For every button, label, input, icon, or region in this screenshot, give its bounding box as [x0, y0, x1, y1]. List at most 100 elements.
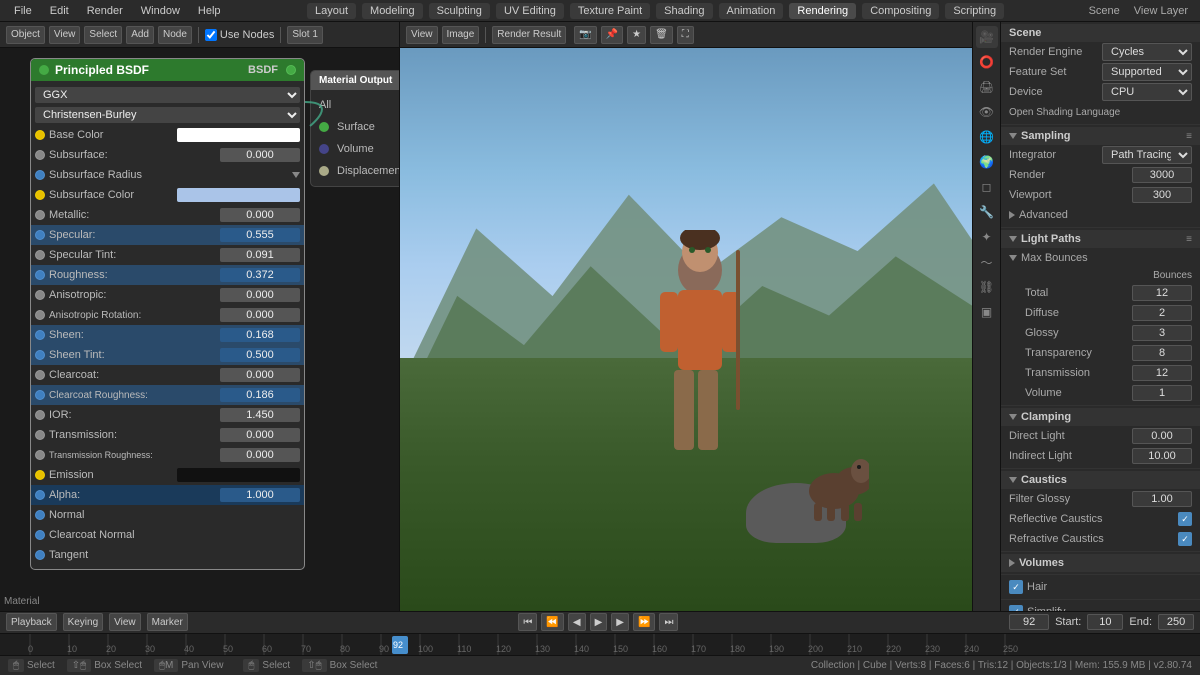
mat-out-displacement[interactable]: Displacement [311, 160, 399, 182]
bsdf-roughness-row[interactable]: Roughness: [31, 265, 304, 285]
base-color-swatch[interactable] [177, 128, 301, 142]
alpha-input[interactable] [220, 488, 300, 502]
bsdf-trans-rough-row[interactable]: Transmission Roughness: [31, 445, 304, 465]
start-frame-input[interactable] [1087, 614, 1123, 630]
aniso-rot-input[interactable] [220, 308, 300, 322]
reflective-caustics-checkbox[interactable]: ✓ [1178, 512, 1192, 526]
play-btn[interactable]: ▶ [590, 613, 608, 631]
bsdf-cc-normal-row[interactable]: Clearcoat Normal [31, 525, 304, 545]
trans-rough-input[interactable] [220, 448, 300, 462]
refractive-caustics-checkbox[interactable]: ✓ [1178, 532, 1192, 546]
bsdf-ggx-row[interactable]: GGX Multiscatter GGX [31, 85, 304, 105]
ws-animation[interactable]: Animation [719, 3, 784, 19]
volume-input[interactable] [1132, 385, 1192, 401]
lightpaths-settings-icon[interactable]: ≡ [1186, 234, 1192, 245]
bsdf-aniso-rot-row[interactable]: Anisotropic Rotation: [31, 305, 304, 325]
props-caustics-header[interactable]: Caustics [1001, 471, 1200, 489]
view-btn-timeline[interactable]: View [109, 613, 141, 631]
timeline-ruler[interactable]: 0 10 20 30 40 50 60 70 80 90 92 100 1 [0, 634, 1200, 655]
sheen-input[interactable] [220, 328, 300, 342]
bsdf-metallic-row[interactable]: Metallic: [31, 205, 304, 225]
sheen-tint-input[interactable] [220, 348, 300, 362]
principled-bsdf-node[interactable]: Principled BSDF BSDF GGX Multiscatter GG… [30, 58, 305, 570]
menu-edit[interactable]: Edit [42, 3, 77, 19]
props-lightpaths-header[interactable]: Light Paths ≡ [1001, 230, 1200, 248]
props-sampling-header[interactable]: Sampling ≡ [1001, 127, 1200, 145]
ior-input[interactable] [220, 408, 300, 422]
anisotropic-input[interactable] [220, 288, 300, 302]
ws-sculpting[interactable]: Sculpting [429, 3, 490, 19]
bsdf-ss-method-row[interactable]: Christensen-Burley Random Walk [31, 105, 304, 125]
ws-uv[interactable]: UV Editing [496, 3, 564, 19]
roughness-input[interactable] [220, 268, 300, 282]
keying-btn[interactable]: Keying [63, 613, 104, 631]
side-icon-view[interactable]: 👁 [976, 101, 998, 123]
device-select[interactable]: CPU GPU Compute [1102, 83, 1192, 101]
bsdf-sheen-tint-row[interactable]: Sheen Tint: [31, 345, 304, 365]
bsdf-alpha-row[interactable]: Alpha: [31, 485, 304, 505]
side-icon-constraints[interactable]: ⛓ [976, 276, 998, 298]
bsdf-specular-row[interactable]: Specular: [31, 225, 304, 245]
ss-radius-expand[interactable] [292, 172, 300, 178]
next-frame-btn[interactable]: ▶ [611, 613, 629, 631]
spec-tint-input[interactable] [220, 248, 300, 262]
render-samples-input[interactable] [1132, 167, 1192, 183]
max-bounces-header-row[interactable]: Max Bounces [1001, 248, 1200, 268]
render-engine-select[interactable]: Cycles EEVEE [1102, 43, 1192, 61]
specular-input[interactable] [220, 228, 300, 242]
viewport-samples-input[interactable] [1132, 187, 1192, 203]
bsdf-ss-color-row[interactable]: Subsurface Color [31, 185, 304, 205]
view-btn[interactable]: View [49, 26, 81, 44]
ws-scripting[interactable]: Scripting [945, 3, 1004, 19]
menu-file[interactable]: File [6, 3, 40, 19]
emission-swatch[interactable] [177, 468, 301, 482]
marker-btn[interactable]: Marker [147, 613, 188, 631]
render-pin-btn[interactable]: 📌 [601, 26, 623, 44]
prev-keyframe-btn[interactable]: ⏪ [541, 613, 563, 631]
end-frame-input[interactable] [1158, 614, 1194, 630]
clearcoat-input[interactable] [220, 368, 300, 382]
side-icon-particles[interactable]: ✦ [976, 226, 998, 248]
node-canvas[interactable]: Principled BSDF BSDF GGX Multiscatter GG… [0, 48, 399, 611]
reflective-caustics-row[interactable]: Reflective Caustics ✓ [1001, 509, 1200, 529]
transmission-bounce-input[interactable] [1132, 365, 1192, 381]
bsdf-ss-radius-row[interactable]: Subsurface Radius [31, 165, 304, 185]
side-icon-data[interactable]: ▣ [976, 301, 998, 323]
jump-start-btn[interactable]: ⏮ [518, 613, 537, 631]
props-volumes-header[interactable]: Volumes [1001, 554, 1200, 572]
side-icon-object[interactable]: ◻ [976, 176, 998, 198]
bsdf-anisotropic-row[interactable]: Anisotropic: [31, 285, 304, 305]
material-output-node[interactable]: Material Output All Surface Volume [310, 70, 399, 187]
render-icon-btn[interactable]: 📷 [574, 26, 596, 44]
menu-help[interactable]: Help [190, 3, 229, 19]
ss-color-swatch[interactable] [177, 188, 301, 202]
side-icon-physics[interactable]: 〜 [976, 251, 998, 273]
bsdf-subsurface-row[interactable]: Subsurface: [31, 145, 304, 165]
side-icon-modifier[interactable]: 🔧 [976, 201, 998, 223]
side-icon-render[interactable]: ⭕ [976, 51, 998, 73]
menu-render[interactable]: Render [79, 3, 131, 19]
bsdf-sheen-row[interactable]: Sheen: [31, 325, 304, 345]
ws-modeling[interactable]: Modeling [362, 3, 423, 19]
node-btn[interactable]: Node [158, 26, 192, 44]
hair-checkbox[interactable]: ✓ [1009, 580, 1023, 594]
total-input[interactable] [1132, 285, 1192, 301]
current-frame-input[interactable] [1009, 614, 1049, 630]
props-clamping-header[interactable]: Clamping [1001, 408, 1200, 426]
filter-glossy-input[interactable] [1132, 491, 1192, 507]
render-result-btn[interactable]: Render Result [492, 26, 566, 44]
jump-end-btn[interactable]: ⏭ [659, 613, 678, 631]
menu-window[interactable]: Window [133, 3, 188, 19]
glossy-input[interactable] [1132, 325, 1192, 341]
bsdf-base-color-row[interactable]: Base Color [31, 125, 304, 145]
render-trash-btn[interactable]: 🗑 [650, 26, 673, 44]
bsdf-ior-row[interactable]: IOR: [31, 405, 304, 425]
playback-btn[interactable]: Playback [6, 613, 57, 631]
hair-toggle-row[interactable]: ✓ Hair [1001, 577, 1200, 597]
use-nodes-toggle[interactable]: Use Nodes [205, 29, 274, 41]
render-viewport[interactable] [400, 48, 972, 611]
next-keyframe-btn[interactable]: ⏩ [633, 613, 655, 631]
side-icon-output[interactable]: 🖨 [976, 76, 998, 98]
ws-layout[interactable]: Layout [307, 3, 356, 19]
render-image-btn[interactable]: Image [442, 26, 480, 44]
